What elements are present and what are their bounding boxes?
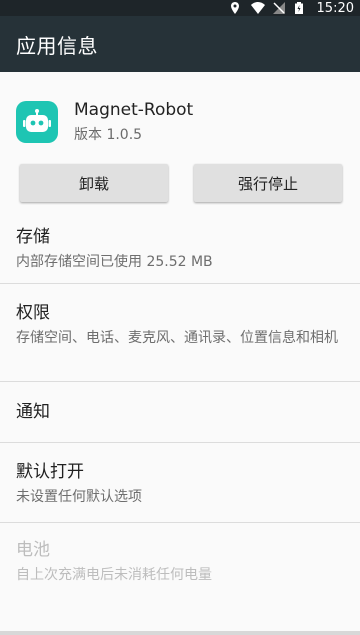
app-details: Magnet-Robot 版本 1.0.5 xyxy=(74,100,193,144)
storage-section[interactable]: 存储 内部存储空间已使用 25.52 MB xyxy=(0,216,360,284)
storage-title: 存储 xyxy=(16,227,50,247)
app-version: 版本 1.0.5 xyxy=(74,127,143,143)
permissions-title: 权限 xyxy=(16,303,50,323)
storage-subtitle: 内部存储空间已使用 25.52 MB xyxy=(16,254,213,270)
app-name: Magnet-Robot xyxy=(74,100,194,120)
default-open-section[interactable]: 默认打开 未设置任何默认选项 xyxy=(0,443,360,523)
battery-icon xyxy=(294,2,309,14)
uninstall-button[interactable]: 卸载 xyxy=(20,164,168,202)
notifications-section[interactable]: 通知 xyxy=(0,382,360,443)
robot-icon xyxy=(23,109,51,132)
location-icon xyxy=(229,2,243,14)
default-open-title: 默认打开 xyxy=(16,462,84,482)
default-open-subtitle: 未设置任何默认选项 xyxy=(16,489,142,505)
wifi-icon xyxy=(250,2,265,14)
page-title: 应用信息 xyxy=(16,33,98,58)
bottom-divider xyxy=(0,631,360,635)
app-bar: 应用信息 xyxy=(0,16,360,72)
battery-title: 电池 xyxy=(16,540,50,560)
permissions-section[interactable]: 权限 存储空间、电话、麦克风、通讯录、位置信息和相机 xyxy=(0,284,360,382)
status-bar: 15:20 xyxy=(0,0,360,16)
action-buttons: 卸载 强行停止 xyxy=(0,152,360,202)
battery-subtitle: 自上次充满电后未消耗任何电量 xyxy=(16,567,212,583)
permissions-subtitle: 存储空间、电话、麦克风、通讯录、位置信息和相机 xyxy=(16,330,338,346)
notifications-title: 通知 xyxy=(16,402,50,422)
battery-section: 电池 自上次充满电后未消耗任何电量 xyxy=(0,523,360,587)
force-stop-button[interactable]: 强行停止 xyxy=(194,164,342,202)
app-icon xyxy=(16,101,58,143)
app-header: Magnet-Robot 版本 1.0.5 xyxy=(0,72,360,152)
signal-icon xyxy=(272,2,287,14)
clock: 15:20 xyxy=(316,0,354,16)
